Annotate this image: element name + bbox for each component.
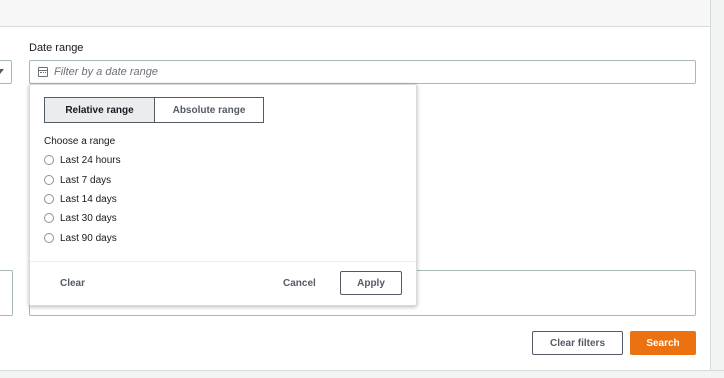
range-type-toggle: Relative range Absolute range: [44, 97, 264, 123]
clear-button[interactable]: Clear: [60, 278, 85, 289]
radio-label: Last 24 hours: [60, 154, 121, 166]
cancel-button[interactable]: Cancel: [283, 278, 316, 289]
radio-label: Last 90 days: [60, 232, 117, 244]
radio-button[interactable]: [44, 213, 54, 223]
date-range-placeholder: Filter by a date range: [54, 66, 158, 78]
radio-option-last-90-days[interactable]: Last 90 days: [44, 231, 117, 245]
popover-divider: [30, 261, 416, 262]
bottom-band: [0, 370, 724, 378]
radio-option-last-24-hours[interactable]: Last 24 hours: [44, 153, 121, 167]
radio-label: Last 30 days: [60, 212, 117, 224]
calendar-icon: [38, 67, 48, 77]
search-button[interactable]: Search: [630, 331, 696, 355]
radio-option-last-7-days[interactable]: Last 7 days: [44, 173, 111, 187]
tab-absolute-range[interactable]: Absolute range: [155, 97, 264, 123]
radio-button[interactable]: [44, 194, 54, 204]
clear-filters-button[interactable]: Clear filters: [532, 331, 623, 355]
radio-option-last-30-days[interactable]: Last 30 days: [44, 211, 117, 225]
radio-button[interactable]: [44, 155, 54, 165]
apply-button[interactable]: Apply: [340, 271, 402, 295]
radio-label: Last 7 days: [60, 174, 112, 186]
caret-down-icon: [0, 69, 4, 74]
left-text-area[interactable]: [0, 270, 13, 316]
date-range-input[interactable]: Filter by a date range: [29, 60, 696, 84]
choose-range-label: Choose a range: [44, 136, 116, 147]
right-page-edge: [710, 0, 724, 378]
date-range-popover: Relative range Absolute range Choose a r…: [29, 84, 417, 306]
radio-button[interactable]: [44, 175, 54, 185]
top-band: [0, 0, 724, 27]
radio-button[interactable]: [44, 233, 54, 243]
radio-label: Last 14 days: [60, 193, 117, 205]
date-range-label: Date range: [29, 42, 84, 54]
radio-option-last-14-days[interactable]: Last 14 days: [44, 192, 117, 206]
left-select-field[interactable]: [0, 60, 12, 84]
tab-relative-range[interactable]: Relative range: [44, 97, 155, 123]
